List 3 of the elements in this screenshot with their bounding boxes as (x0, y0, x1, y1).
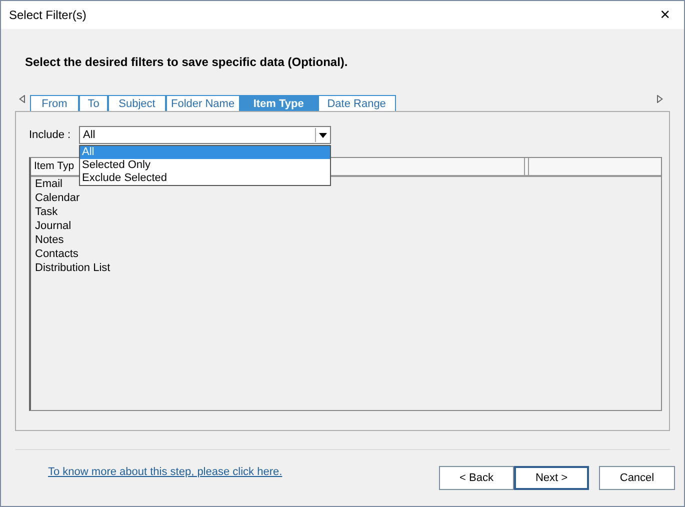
window-title: Select Filter(s) (9, 8, 86, 22)
include-label: Include : (29, 129, 72, 141)
instruction-text: Select the desired filters to save specific data (Optional). (24, 54, 349, 71)
